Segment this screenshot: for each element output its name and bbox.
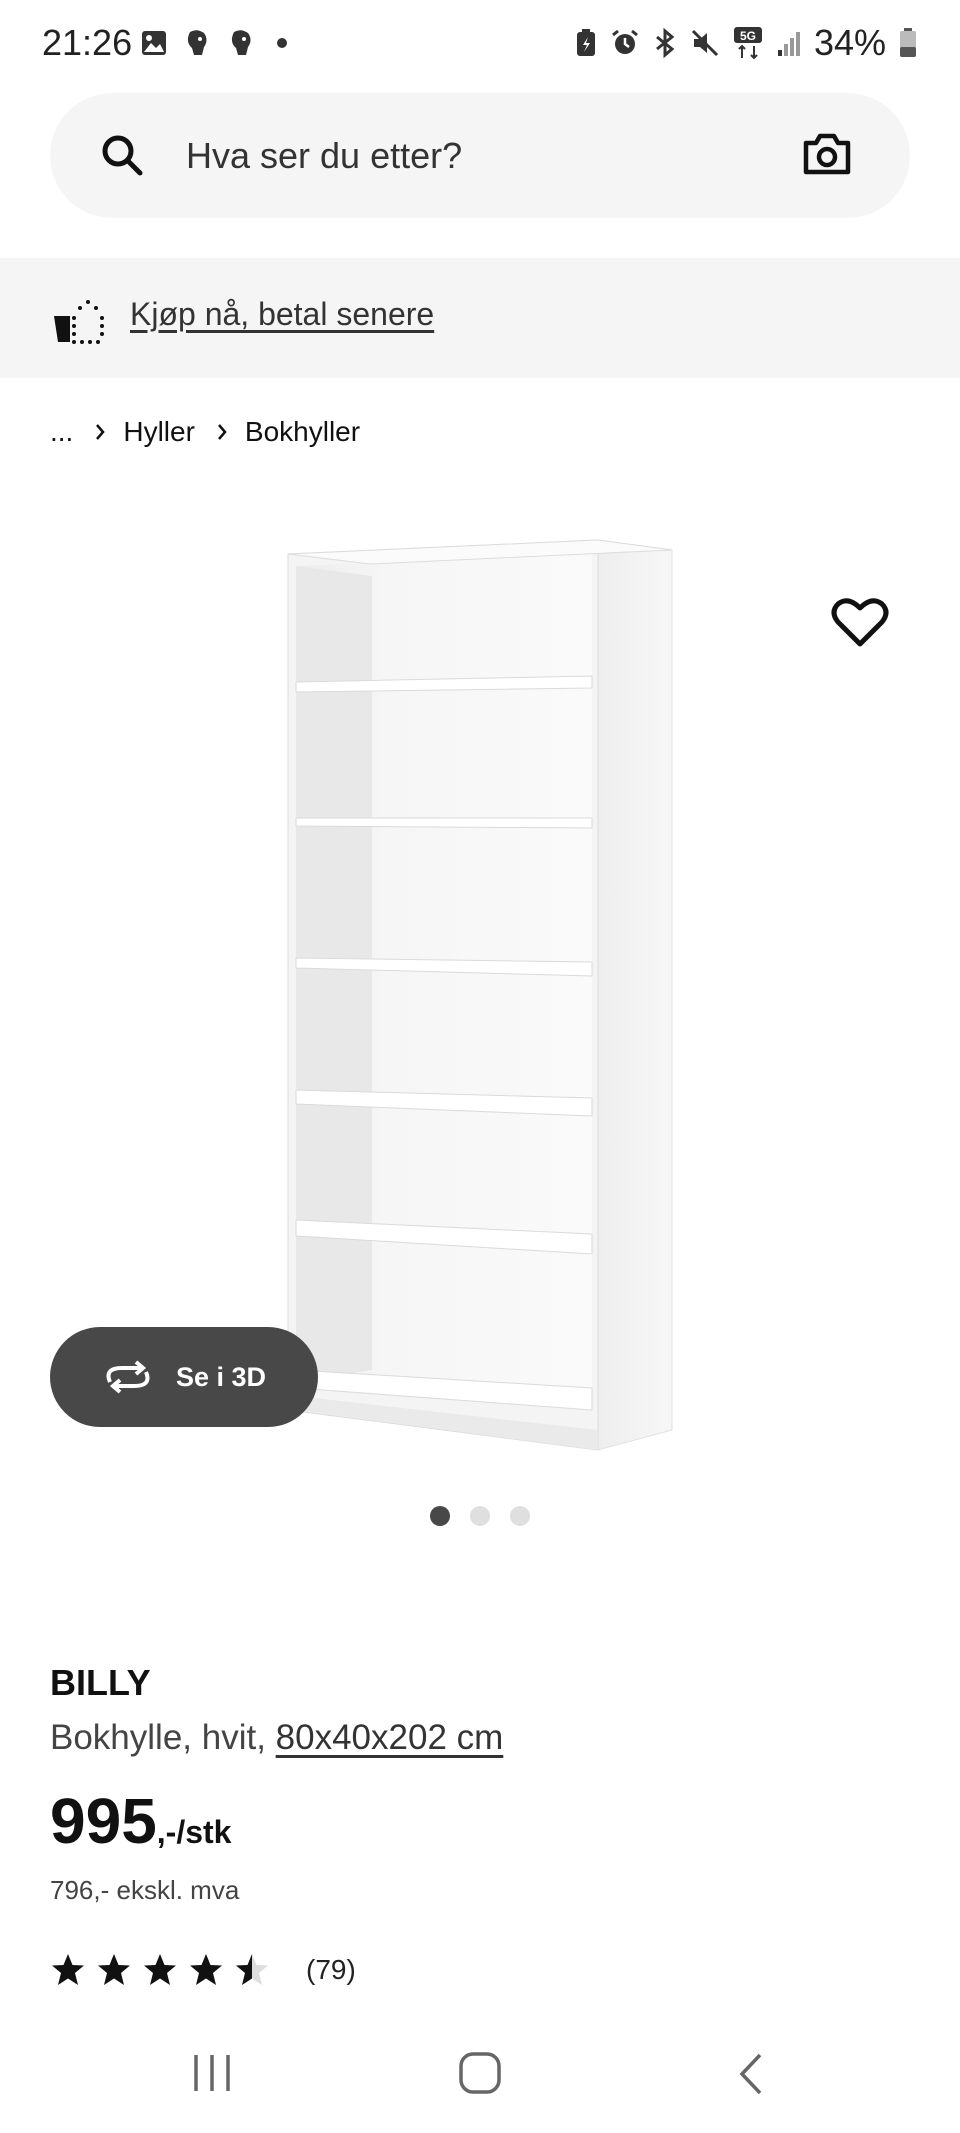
system-nav-bar	[0, 2033, 960, 2133]
breadcrumb-item-bokhyller[interactable]: Bokhyller	[245, 416, 360, 448]
star-full-icon	[52, 1954, 84, 1985]
product-description-prefix: Bokhylle, hvit,	[50, 1718, 276, 1757]
back-icon[interactable]	[736, 2051, 764, 2097]
view-3d-button[interactable]: Se i 3D	[50, 1327, 318, 1427]
mute-icon	[691, 29, 718, 57]
search-bar[interactable]	[50, 93, 910, 218]
price-suffix: ,-/stk	[156, 1814, 232, 1850]
gallery-icon	[142, 31, 166, 55]
breadcrumb-item-hyller[interactable]: Hyller	[123, 416, 195, 448]
alarm-icon	[612, 29, 638, 54]
breadcrumb-ellipsis[interactable]: ...	[50, 416, 73, 448]
battery-saver-icon	[576, 29, 595, 56]
promo-banner[interactable]: Kjøp nå, betal senere	[0, 258, 960, 378]
network-label: 5G	[740, 29, 756, 43]
rating-count[interactable]: (79)	[306, 1954, 356, 1986]
star-half-icon	[236, 1954, 268, 1985]
bluetooth-icon	[656, 28, 675, 58]
rotate-3d-icon	[106, 1360, 150, 1394]
lion-icon	[231, 30, 251, 55]
breadcrumb: ... Hyller Bokhyller	[50, 416, 360, 448]
product-price: 995 ,-/stk	[50, 1784, 231, 1858]
status-bar: 21:26 5G 34%	[0, 0, 960, 90]
dot-icon	[277, 38, 287, 48]
pagination-dot-3[interactable]	[510, 1506, 530, 1526]
chevron-right-icon	[96, 424, 105, 440]
product-dimensions-link[interactable]: 80x40x202 cm	[276, 1718, 504, 1757]
product-name: BILLY	[50, 1662, 151, 1703]
image-pagination	[430, 1506, 530, 1526]
home-icon[interactable]	[458, 2051, 502, 2095]
favorite-heart-icon[interactable]	[828, 590, 892, 654]
status-time: 21:26	[42, 22, 133, 63]
search-icon[interactable]	[98, 131, 146, 179]
signal-icon	[777, 32, 800, 56]
pagination-dot-1[interactable]	[430, 1506, 450, 1526]
star-full-icon	[98, 1954, 130, 1985]
chevron-right-icon	[217, 424, 227, 440]
pagination-dot-2[interactable]	[470, 1506, 490, 1526]
price-integer: 995	[50, 1785, 157, 1857]
battery-icon	[900, 28, 916, 57]
star-full-icon	[190, 1954, 222, 1985]
pay-later-link[interactable]: Kjøp nå, betal senere	[130, 296, 434, 333]
lion-icon	[187, 30, 207, 55]
recent-apps-icon[interactable]	[190, 2053, 234, 2093]
product-image[interactable]	[280, 530, 680, 1470]
network-5g-icon: 5G	[733, 27, 762, 60]
camera-icon[interactable]	[802, 131, 852, 177]
pay-later-icon	[54, 300, 104, 344]
status-system-icons: 5G 34%	[574, 22, 918, 64]
battery-percent: 34%	[813, 22, 886, 63]
star-full-icon	[144, 1954, 176, 1985]
view-3d-label: Se i 3D	[175, 1361, 267, 1392]
product-description: Bokhylle, hvit, 80x40x202 cm	[50, 1718, 503, 1758]
status-notification-icons	[140, 28, 294, 58]
search-input[interactable]	[184, 123, 828, 189]
product-rating[interactable]: (79)	[50, 1952, 356, 1988]
price-excl-vat: 796,- ekskl. mva	[50, 1875, 240, 1905]
